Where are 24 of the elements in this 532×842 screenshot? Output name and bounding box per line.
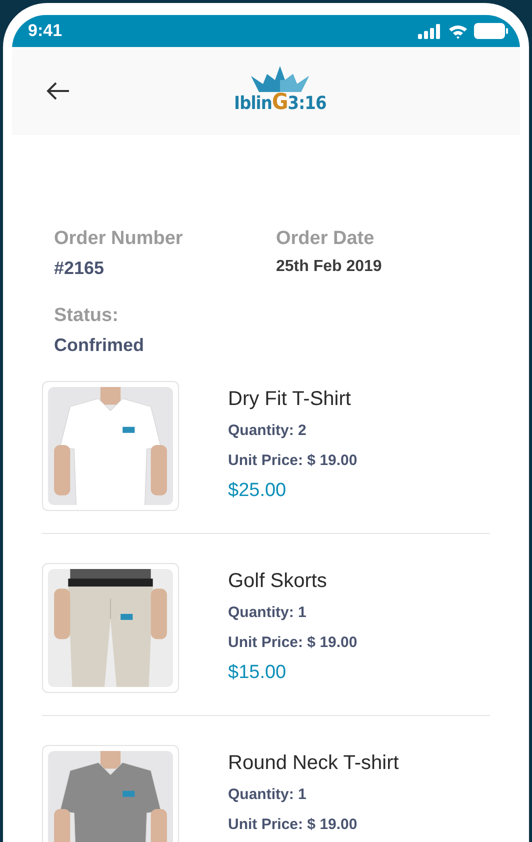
product-quantity: Quantity: 1 <box>228 602 308 622</box>
field-value: Confrimed <box>54 334 145 356</box>
logo-text: IblinG3:16 <box>234 92 326 114</box>
signal-icon <box>418 24 442 38</box>
field-label: Order Date <box>276 227 376 251</box>
battery-icon <box>474 23 508 39</box>
product-name: Round Neck T-shirt <box>228 750 399 776</box>
unit-price: Unit Price: $ 19.00 <box>228 451 358 471</box>
crown-icon <box>249 64 312 92</box>
field-label: Status: <box>54 304 120 328</box>
back-arrow-icon <box>46 81 70 101</box>
field-value: #2165 <box>54 256 106 280</box>
unit-price: Unit Price: $ 19.00 <box>228 633 358 653</box>
product-quantity: Quantity: 2 <box>228 420 308 440</box>
field-value: 25th Feb 2019 <box>276 256 383 277</box>
product-price: $25.00 <box>228 478 288 502</box>
product-price: $15.00 <box>228 660 288 684</box>
unit-price: Unit Price: $ 19.00 <box>228 815 358 835</box>
status-time: 9:41 <box>28 20 62 42</box>
product-name: Dry Fit T-Shirt <box>228 386 352 412</box>
field-label: Order Number <box>54 227 184 251</box>
product-name: Golf Skorts <box>228 568 328 594</box>
wifi-icon <box>448 24 468 38</box>
product-quantity: Quantity: 1 <box>228 784 308 804</box>
